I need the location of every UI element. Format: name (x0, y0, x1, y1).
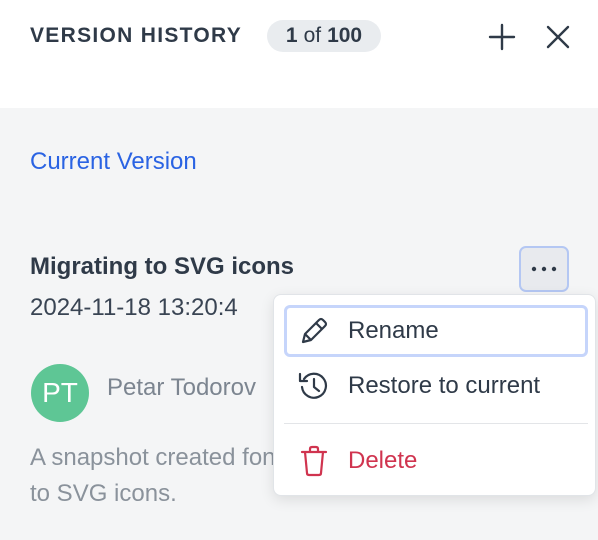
menu-item-restore[interactable]: Restore to current (284, 360, 588, 412)
ellipsis-icon (531, 266, 557, 272)
menu-item-label: Delete (348, 447, 418, 474)
avatar: PT (31, 364, 89, 422)
menu-item-label: Rename (348, 317, 439, 344)
menu-item-rename[interactable]: Rename (284, 305, 588, 357)
panel-title: VERSION HISTORY (30, 24, 243, 47)
plus-icon (488, 23, 516, 51)
more-options-button[interactable] (519, 246, 569, 292)
history-icon (296, 368, 332, 404)
close-icon (546, 25, 570, 49)
current-version-link[interactable]: Current Version (30, 148, 197, 176)
version-title: Migrating to SVG icons (30, 253, 295, 280)
menu-item-label: Restore to current (348, 372, 541, 399)
version-date: 2024-11-18 13:20:4 (30, 294, 238, 321)
menu-item-delete[interactable]: Delete (284, 435, 588, 487)
panel-header: VERSION HISTORY 1 of 100 (0, 0, 598, 108)
trash-icon (296, 443, 332, 479)
menu-divider (284, 423, 588, 424)
version-current: 1 (285, 24, 298, 47)
version-count-badge: 1 of 100 (267, 20, 381, 52)
pencil-icon (296, 313, 332, 349)
add-version-button[interactable] (485, 20, 519, 54)
version-total: 100 (327, 24, 363, 47)
version-of-label: of (303, 24, 322, 47)
close-button[interactable] (541, 20, 575, 54)
version-context-menu: Rename Restore to current Delete (273, 294, 596, 496)
author-name: Petar Todorov (107, 374, 256, 401)
